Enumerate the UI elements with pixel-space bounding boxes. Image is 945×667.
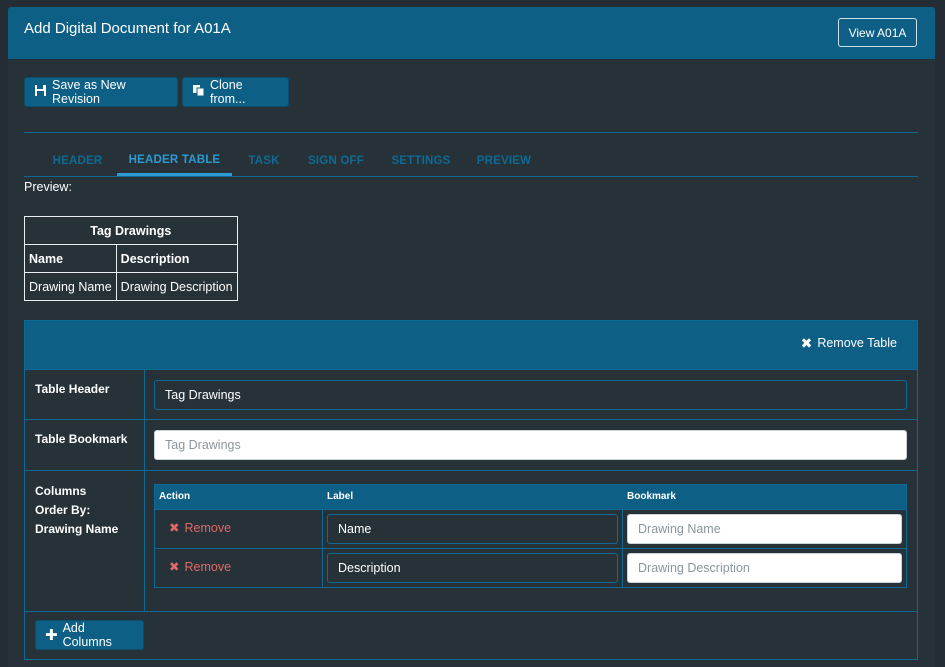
add-columns-button[interactable]: ✚ Add Columns: [35, 620, 144, 650]
row-divider: [144, 370, 145, 419]
close-icon: ✖: [800, 335, 813, 351]
page-title: Add Digital Document for A01A: [24, 20, 231, 37]
column-header-label: Label: [327, 491, 354, 502]
remove-label: Remove: [184, 521, 232, 535]
order-by-label: Order By:: [35, 503, 91, 517]
row-divider: [144, 420, 145, 470]
tab-header-table[interactable]: HEADER TABLE: [117, 146, 232, 176]
preview-caption: Tag Drawings: [24, 216, 238, 245]
table-bookmark-row: Table Bookmark Tag Drawings: [25, 419, 917, 470]
tab-sign-off[interactable]: SIGN OFF: [296, 146, 376, 176]
clone-label: Clone from...: [210, 78, 246, 106]
close-icon: ✖: [169, 559, 180, 574]
save-icon: [34, 84, 47, 100]
column-label-input[interactable]: Name: [327, 514, 618, 544]
columns-row: Columns Order By: Drawing Name Action La…: [25, 470, 917, 611]
view-a01a-button[interactable]: View A01A: [838, 18, 917, 47]
plus-icon: ✚: [45, 626, 58, 644]
column-bookmark-input[interactable]: Drawing Description: [627, 553, 902, 583]
add-columns-row: [25, 611, 917, 659]
save-as-new-revision-button[interactable]: Save as New Revision: [24, 77, 178, 107]
column-bookmark-input[interactable]: Drawing Name: [627, 514, 902, 544]
remove-table-button[interactable]: ✖ Remove Table: [801, 336, 897, 350]
save-label: Save as New Revision: [52, 78, 126, 106]
preview-cell-name: Drawing Name: [24, 272, 117, 301]
tab-task[interactable]: TASK: [234, 146, 294, 176]
table-editor: ✖ Remove Table Table Header Tag Drawings…: [24, 320, 918, 660]
table-editor-bar: ✖ Remove Table: [25, 321, 917, 369]
panel-header: Add Digital Document for A01A View A01A: [8, 7, 935, 59]
column-divider: [622, 509, 623, 587]
clone-from-button[interactable]: Clone from...: [182, 77, 289, 107]
preview-header-description: Description: [115, 244, 238, 273]
close-icon: ✖: [169, 520, 180, 535]
columns-table-header: Action Label Bookmark: [155, 485, 906, 509]
table-header-row: Table Header Tag Drawings: [25, 369, 917, 419]
column-header-bookmark: Bookmark: [627, 491, 676, 502]
columns-label: Columns: [35, 484, 87, 498]
columns-table: Action Label Bookmark ✖ Remove Name Draw…: [154, 484, 907, 588]
divider: [24, 132, 918, 133]
panel-body: Save as New Revision Clone from... HEADE…: [8, 59, 935, 667]
add-columns-label: Add Columns: [62, 621, 112, 649]
column-label-input[interactable]: Description: [327, 553, 618, 583]
tab-preview[interactable]: PREVIEW: [466, 146, 542, 176]
preview-cell-description: Drawing Description: [115, 272, 238, 301]
table-row: ✖ Remove Description Drawing Description: [155, 548, 906, 587]
column-divider: [322, 509, 323, 587]
tab-header[interactable]: HEADER: [40, 146, 115, 176]
table-header-label: Table Header: [35, 382, 110, 396]
remove-column-button[interactable]: ✖ Remove: [169, 521, 231, 535]
tab-bar: HEADER HEADER TABLE TASK SIGN OFF SETTIN…: [24, 146, 918, 176]
table-bookmark-input[interactable]: Tag Drawings: [154, 430, 907, 460]
tab-settings[interactable]: SETTINGS: [378, 146, 464, 176]
preview-table: Tag Drawings Name Description Drawing Na…: [24, 216, 238, 301]
remove-column-button[interactable]: ✖ Remove: [169, 560, 231, 574]
copy-icon: [192, 84, 205, 100]
table-header-input[interactable]: Tag Drawings: [154, 380, 907, 410]
remove-label: Remove: [184, 560, 232, 574]
tab-underline: [24, 176, 918, 177]
order-by-value: Drawing Name: [35, 522, 119, 536]
table-row: ✖ Remove Name Drawing Name: [155, 509, 906, 548]
row-divider: [144, 471, 145, 611]
remove-table-label: Remove Table: [817, 336, 897, 350]
preview-label: Preview:: [24, 180, 72, 194]
preview-header-name: Name: [24, 244, 117, 273]
table-bookmark-label: Table Bookmark: [35, 432, 128, 446]
column-header-action: Action: [159, 491, 191, 502]
